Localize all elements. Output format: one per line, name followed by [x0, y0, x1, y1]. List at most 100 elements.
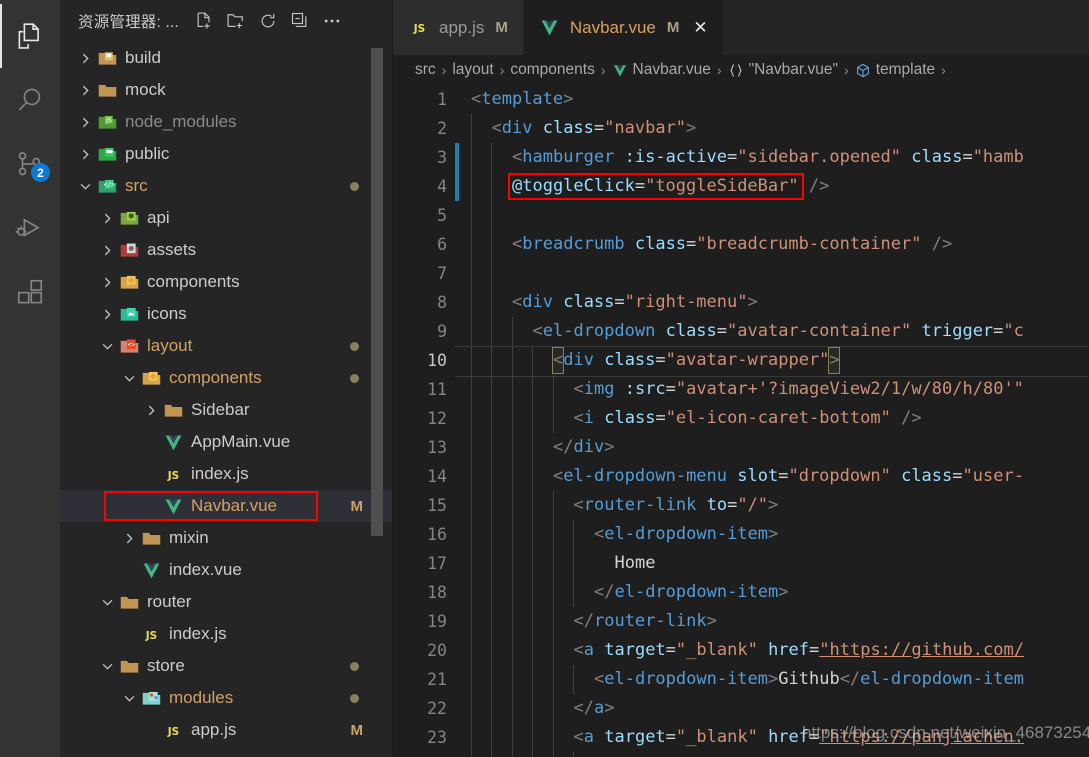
activity-item-search[interactable]	[0, 68, 60, 132]
js-icon: JS	[408, 17, 430, 39]
chevron-right-icon[interactable]	[98, 266, 116, 298]
tree-item-layout[interactable]: <> layout	[60, 330, 393, 362]
tree-item-router[interactable]: router	[60, 586, 393, 618]
code-line[interactable]: 4 @toggleClick="toggleSideBar" />	[393, 172, 1089, 201]
tree-item-navbar-vue[interactable]: Navbar.vue M	[60, 490, 393, 522]
line-number: 16	[427, 525, 447, 544]
code-line[interactable]: 13 </div>	[393, 433, 1089, 462]
tree-item-node-modules[interactable]: JS node_modules	[60, 106, 393, 138]
chevron-down-icon[interactable]	[120, 682, 138, 714]
code-line[interactable]: 12 <i class="el-icon-caret-bottom" />	[393, 404, 1089, 433]
refresh-icon[interactable]	[257, 11, 278, 32]
breadcrumb-item[interactable]: Navbar.vue	[612, 61, 711, 79]
code-line[interactable]: 3 <hamburger :is-active="sidebar.opened"…	[393, 143, 1089, 172]
breadcrumb-item[interactable]: layout	[452, 61, 493, 79]
code-line[interactable]: 22 </a>	[393, 694, 1089, 723]
chevron-down-icon[interactable]	[76, 170, 94, 202]
chevron-right-icon[interactable]	[76, 138, 94, 170]
activity-item-source-control[interactable]: 2	[0, 132, 60, 196]
code-line[interactable]: 21 <el-dropdown-item>Github</el-dropdown…	[393, 665, 1089, 694]
line-number: 1	[437, 90, 447, 109]
chevron-right-icon[interactable]	[76, 42, 94, 74]
tree-item-modules[interactable]: modules	[60, 682, 393, 714]
code-line[interactable]: 8 <div class="right-menu">	[393, 288, 1089, 317]
chevron-down-icon[interactable]	[120, 362, 138, 394]
code-line[interactable]: 17 Home	[393, 549, 1089, 578]
code-line[interactable]: 6 <breadcrumb class="breadcrumb-containe…	[393, 230, 1089, 259]
more-actions-icon[interactable]	[321, 11, 342, 32]
tree-item-src[interactable]: </> src	[60, 170, 393, 202]
code-line[interactable]: 15 <router-link to="/">	[393, 491, 1089, 520]
chevron-right-icon[interactable]	[98, 234, 116, 266]
new-file-icon[interactable]	[193, 11, 214, 32]
sidebar-scrollbar[interactable]	[371, 48, 383, 536]
close-icon[interactable]: ✕	[693, 19, 707, 36]
tree-item-icons[interactable]: icons	[60, 298, 393, 330]
tree-item-index-vue[interactable]: index.vue	[60, 554, 393, 586]
code-line[interactable]: 24 <el-dropdown-item>Docs</el-dropdown-i…	[393, 752, 1089, 757]
code-line[interactable]: 11 <img :src="avatar+'?imageView2/1/w/80…	[393, 375, 1089, 404]
chevron-right-icon[interactable]	[98, 202, 116, 234]
bracket-match-highlight	[827, 347, 840, 374]
tree-item-appmain-vue[interactable]: AppMain.vue	[60, 426, 393, 458]
chevron-down-icon[interactable]	[98, 586, 116, 618]
chevron-right-icon[interactable]	[76, 74, 94, 106]
code-line[interactable]: 23 <a target="_blank" href="https://panj…	[393, 723, 1089, 752]
code-text: </router-link>	[573, 611, 717, 631]
tree-item-api[interactable]: api	[60, 202, 393, 234]
code-line[interactable]: 2 <div class="navbar">	[393, 114, 1089, 143]
code-line[interactable]: 7	[393, 259, 1089, 288]
code-editor[interactable]: 1 <template> 2 <div class="navbar"> 3 <hamb…	[393, 85, 1089, 757]
chevron-right-icon[interactable]	[76, 106, 94, 138]
folder-icons-icon	[118, 303, 140, 325]
tree-item-label: node_modules	[125, 112, 237, 131]
svg-text:JS: JS	[412, 23, 424, 35]
collapse-all-icon[interactable]	[289, 11, 310, 32]
line-number: 17	[427, 554, 447, 573]
code-line[interactable]: 20 <a target="_blank" href="https://gith…	[393, 636, 1089, 665]
activity-item-run-and-debug[interactable]	[0, 196, 60, 260]
svg-text:</>: </>	[103, 181, 114, 188]
tree-item-components[interactable]: components	[60, 266, 393, 298]
tree-item-index-js[interactable]: JS index.js	[60, 458, 393, 490]
tree-item-sidebar[interactable]: Sidebar	[60, 394, 393, 426]
chevron-right-icon[interactable]	[142, 394, 160, 426]
code-line[interactable]: 14 <el-dropdown-menu slot="dropdown" cla…	[393, 462, 1089, 491]
tree-item-assets[interactable]: assets	[60, 234, 393, 266]
tree-item-public[interactable]: public	[60, 138, 393, 170]
code-line[interactable]: 5	[393, 201, 1089, 230]
tab-app-js[interactable]: JS app.js M	[393, 0, 524, 55]
code-line[interactable]: 16 <el-dropdown-item>	[393, 520, 1089, 549]
tree-item-app-js[interactable]: JS app.js M	[60, 714, 393, 746]
tree-item-store[interactable]: store	[60, 650, 393, 682]
folder-api-icon	[118, 207, 140, 229]
code-line[interactable]: 9 <el-dropdown class="avatar-container" …	[393, 317, 1089, 346]
activity-item-extensions[interactable]	[0, 260, 60, 324]
new-folder-icon[interactable]	[225, 11, 246, 32]
code-line[interactable]: 19 </router-link>	[393, 607, 1089, 636]
breadcrumb-item[interactable]: template	[855, 61, 935, 79]
tree-item-index-js[interactable]: JS index.js	[60, 618, 393, 650]
tree-item-components[interactable]: components	[60, 362, 393, 394]
chevron-down-icon[interactable]	[98, 330, 116, 362]
tree-item-mock[interactable]: mock	[60, 74, 393, 106]
activity-item-explorer[interactable]	[0, 4, 60, 68]
explorer-sidebar: 资源管理器: ... build mock JS node_modules pu…	[60, 0, 393, 757]
breadcrumb-item[interactable]: "Navbar.vue"	[728, 61, 838, 79]
line-number: 21	[427, 670, 447, 689]
tree-item-build[interactable]: build	[60, 42, 393, 74]
svg-text:<>: <>	[127, 341, 135, 348]
breadcrumb-label: layout	[452, 61, 494, 78]
chevron-down-icon[interactable]	[98, 650, 116, 682]
tree-item-mixin[interactable]: mixin	[60, 522, 393, 554]
code-line[interactable]: 1 <template>	[393, 85, 1089, 114]
chevron-right-icon[interactable]	[98, 298, 116, 330]
chevron-right-icon[interactable]	[120, 522, 138, 554]
code-text: <a target="_blank" href="https://panjiac…	[573, 727, 1024, 747]
breadcrumb-item[interactable]: components	[510, 61, 594, 79]
tree-item-label: assets	[147, 240, 197, 259]
code-line[interactable]: 18 </el-dropdown-item>	[393, 578, 1089, 607]
code-line[interactable]: 10 <div class="avatar-wrapper">	[393, 346, 1089, 377]
breadcrumb-item[interactable]: src	[415, 61, 436, 79]
tab-navbar-vue[interactable]: Navbar.vue M ✕	[523, 0, 724, 55]
